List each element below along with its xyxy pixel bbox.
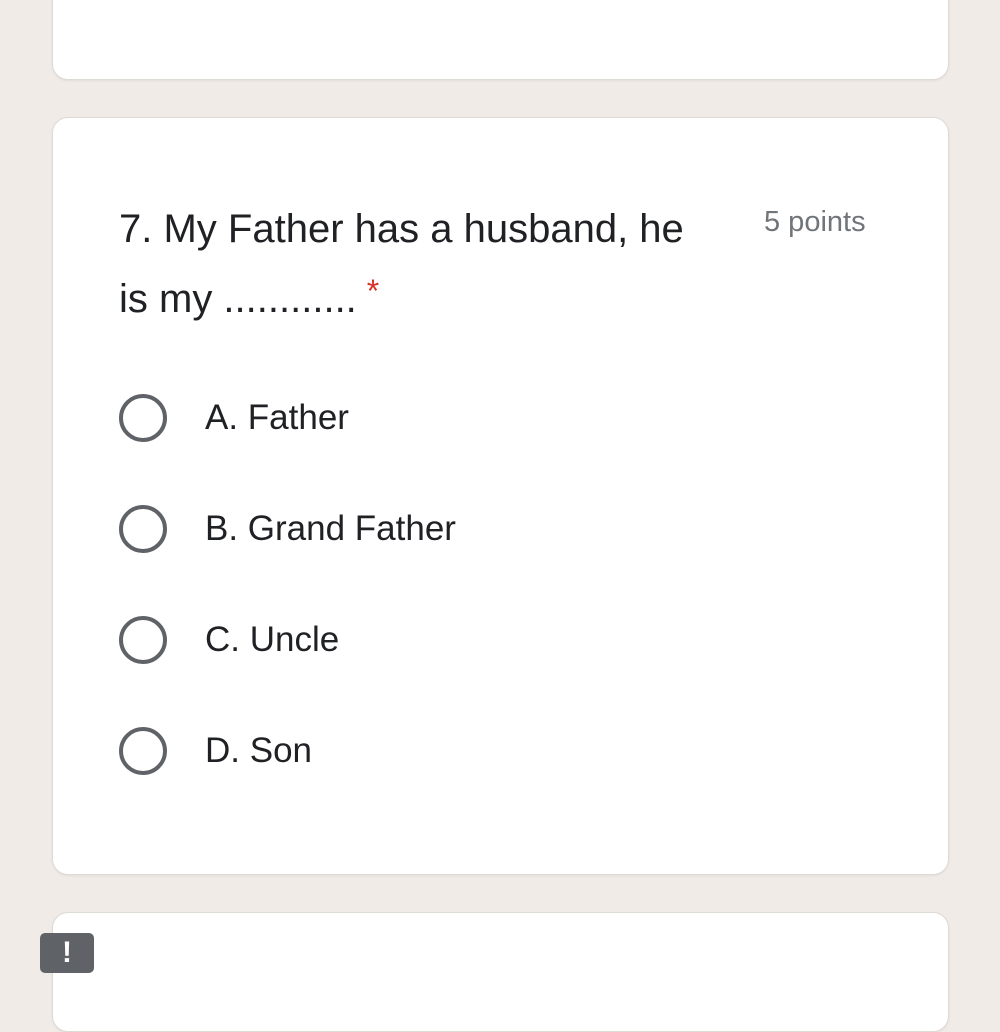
radio-option-grand-father[interactable]: B. Grand Father — [119, 499, 456, 559]
points-label: 5 points — [764, 206, 866, 238]
required-asterisk: * — [366, 273, 380, 309]
radio-button[interactable] — [119, 727, 167, 775]
radio-button[interactable] — [119, 616, 167, 664]
option-label: C. Uncle — [205, 620, 340, 659]
radio-button[interactable] — [119, 394, 167, 442]
question-title: 7. My Father has a husband, he is my ...… — [119, 194, 689, 334]
question-text: 7. My Father has a husband, he is my ...… — [119, 207, 684, 321]
radio-option-uncle[interactable]: C. Uncle — [119, 610, 339, 670]
report-alert-icon[interactable]: ! — [40, 933, 94, 973]
option-label: B. Grand Father — [205, 509, 456, 548]
radio-button[interactable] — [119, 505, 167, 553]
previous-question-card — [52, 0, 949, 80]
radio-option-son[interactable]: D. Son — [119, 721, 312, 781]
next-question-card — [52, 912, 949, 1032]
radio-option-father[interactable]: A. Father — [119, 388, 349, 448]
option-label: D. Son — [205, 731, 312, 770]
option-label: A. Father — [205, 398, 349, 437]
question-card: 7. My Father has a husband, he is my ...… — [52, 117, 949, 875]
